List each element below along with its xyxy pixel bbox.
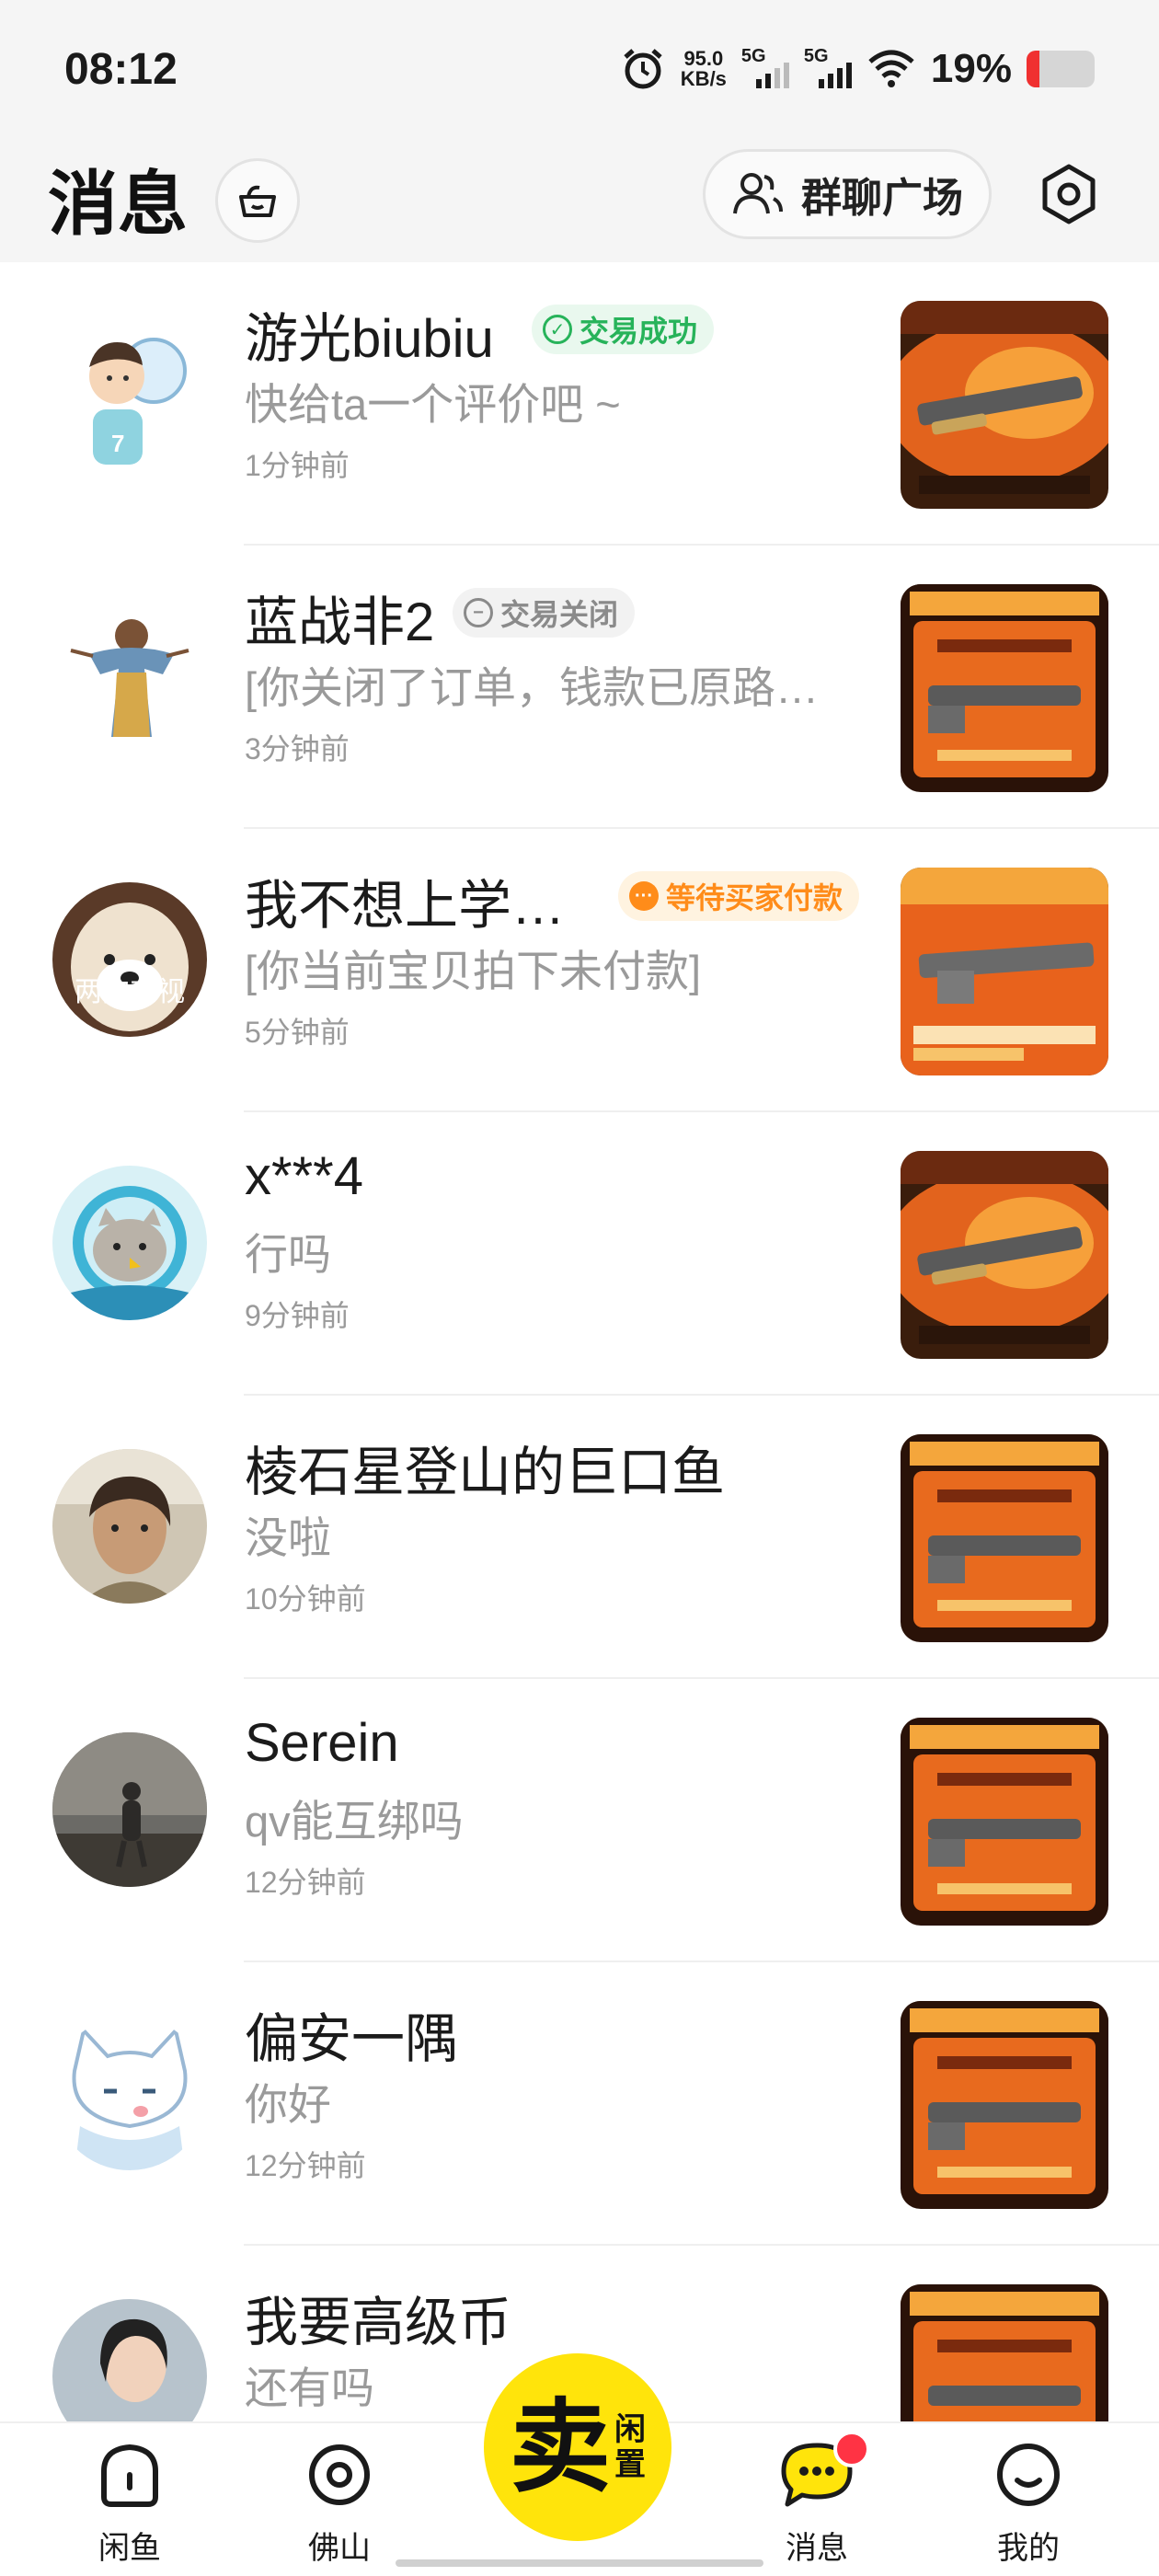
group-chat-plaza-label: 群聊广场 [801, 176, 963, 221]
battery-icon [1027, 51, 1095, 87]
status-bar: 08:12 95.0 KB/s 5G 5G 19% [0, 0, 1159, 138]
message-time: 12分钟前 [245, 1866, 366, 1899]
tab-foshan[interactable]: 佛山 [266, 2423, 413, 2576]
location-icon [301, 2436, 378, 2513]
wifi-icon [868, 50, 914, 87]
avatar[interactable]: 两狗对视 [52, 882, 207, 1037]
last-message: qv能互绑吗 [245, 1797, 464, 1846]
item-thumbnail[interactable] [901, 584, 1108, 792]
avatar[interactable] [52, 2299, 207, 2421]
message-time: 9分钟前 [245, 1299, 350, 1332]
item-thumbnail[interactable] [901, 2284, 1108, 2421]
tab-label: 消息 [786, 2531, 848, 2566]
page-header: 消息 群聊广场 [0, 138, 1159, 262]
alarm-icon [624, 49, 662, 89]
conversation-row[interactable]: x***4 行吗 9分钟前 [0, 1112, 1159, 1396]
conversation-row[interactable]: 两狗对视 我不想上学… ··· 等待买家付款 [你当前宝贝拍下未付款] 5分钟前 [0, 829, 1159, 1112]
svg-text:7: 7 [111, 430, 124, 457]
conversation-row[interactable]: 7 游光biubiu ✓ 交易成功 快给ta一个评价吧 ~ 1分钟前 [0, 262, 1159, 546]
more-circle-icon: ··· [629, 881, 659, 911]
message-time: 3分钟前 [245, 732, 350, 765]
contact-name: 我不想上学… [245, 876, 566, 936]
message-time: 5分钟前 [245, 1016, 350, 1049]
battery-percent: 19% [930, 46, 1012, 91]
settings-icon [1042, 164, 1096, 224]
item-thumbnail[interactable] [901, 868, 1108, 1075]
avatar[interactable] [52, 1449, 207, 1604]
conversation-row[interactable]: 蓝战非2 − 交易关闭 [你关闭了订单，钱款已原路… 3分钟前 [0, 546, 1159, 829]
cellular-signal-2-icon: 5G [804, 46, 852, 92]
network-speed-unit: KB/s [680, 67, 727, 90]
item-thumbnail[interactable] [901, 1718, 1108, 1926]
status-time: 08:12 [64, 45, 178, 94]
tab-me[interactable]: 我的 [955, 2423, 1102, 2576]
check-circle-icon: ✓ [543, 315, 572, 344]
profile-icon [990, 2436, 1067, 2513]
network-speed-value: 95.0 [683, 47, 724, 70]
status-icons: 95.0 KB/s 5G 5G 19% [620, 40, 1095, 98]
avatar[interactable] [52, 599, 207, 753]
status-badge: − 交易关闭 [453, 588, 636, 638]
sell-button[interactable]: 卖 闲 置 [484, 2353, 671, 2541]
tab-xianyu[interactable]: 闲鱼 [56, 2423, 203, 2576]
tab-label: 闲鱼 [98, 2531, 161, 2566]
group-chat-plaza-button[interactable]: 群聊广场 [703, 149, 992, 239]
status-badge: ··· 等待买家付款 [618, 871, 860, 921]
avatar[interactable] [52, 1732, 207, 1887]
home-icon [91, 2436, 168, 2513]
avatar[interactable]: 7 [52, 316, 207, 470]
last-message: [你关闭了订单，钱款已原路… [245, 663, 820, 712]
basket-button[interactable] [215, 158, 300, 243]
contact-name: Serein [245, 1713, 399, 1773]
avatar-caption: 两狗对视 [75, 977, 185, 1007]
cellular-signal-1-icon: 5G [741, 46, 789, 92]
contact-name: 我要高级币 [245, 2293, 512, 2352]
conversation-row[interactable]: 棱石星登山的巨口鱼 没啦 10分钟前 [0, 1396, 1159, 1679]
settings-button[interactable] [1028, 149, 1109, 239]
item-thumbnail[interactable] [901, 1151, 1108, 1359]
item-thumbnail[interactable] [901, 301, 1108, 509]
sell-label: 卖 [510, 2387, 611, 2506]
status-badge-label: 交易关闭 [500, 598, 619, 631]
message-time: 10分钟前 [245, 1582, 366, 1616]
home-indicator [396, 2559, 763, 2567]
sell-sublabel-1: 闲 [614, 2412, 646, 2447]
last-message: 行吗 [245, 1230, 331, 1279]
conversation-row[interactable]: Serein qv能互绑吗 12分钟前 [0, 1679, 1159, 1962]
minus-circle-icon: − [464, 598, 493, 627]
basket-icon [239, 185, 276, 217]
conversation-list[interactable]: 7 游光biubiu ✓ 交易成功 快给ta一个评价吧 ~ 1分钟前 蓝战非2 … [0, 262, 1159, 2421]
contact-name: 棱石星登山的巨口鱼 [245, 1443, 726, 1502]
last-message: [你当前宝贝拍下未付款] [245, 947, 702, 995]
status-badge-label: 等待买家付款 [666, 881, 843, 914]
message-time: 1分钟前 [245, 449, 350, 482]
conversation-row[interactable]: 偏安一隅 你好 12分钟前 [0, 1962, 1159, 2246]
contact-name: 蓝战非2 [245, 592, 435, 652]
status-badge: ✓ 交易成功 [532, 305, 715, 354]
notification-dot [833, 2431, 870, 2467]
avatar[interactable] [52, 2016, 207, 2170]
status-badge-label: 交易成功 [580, 315, 698, 348]
tab-label: 我的 [997, 2531, 1060, 2566]
page-title: 消息 [48, 166, 188, 244]
contact-name: x***4 [245, 1146, 363, 1206]
last-message: 没啦 [245, 1513, 331, 1562]
message-time: 12分钟前 [245, 2149, 366, 2182]
avatar[interactable] [52, 1166, 207, 1320]
item-thumbnail[interactable] [901, 2001, 1108, 2209]
last-message: 快给ta一个评价吧 ~ [245, 380, 621, 429]
contact-name: 游光biubiu [245, 309, 494, 369]
contact-name: 偏安一隅 [245, 2009, 459, 2069]
network-speed: 95.0 KB/s [681, 49, 727, 89]
sell-sublabel: 闲 置 [614, 2412, 646, 2482]
group-users-icon [733, 173, 783, 214]
item-thumbnail[interactable] [901, 1434, 1108, 1642]
tab-label: 佛山 [308, 2531, 371, 2566]
last-message: 你好 [245, 2080, 331, 2129]
sell-sublabel-2: 置 [614, 2447, 646, 2482]
